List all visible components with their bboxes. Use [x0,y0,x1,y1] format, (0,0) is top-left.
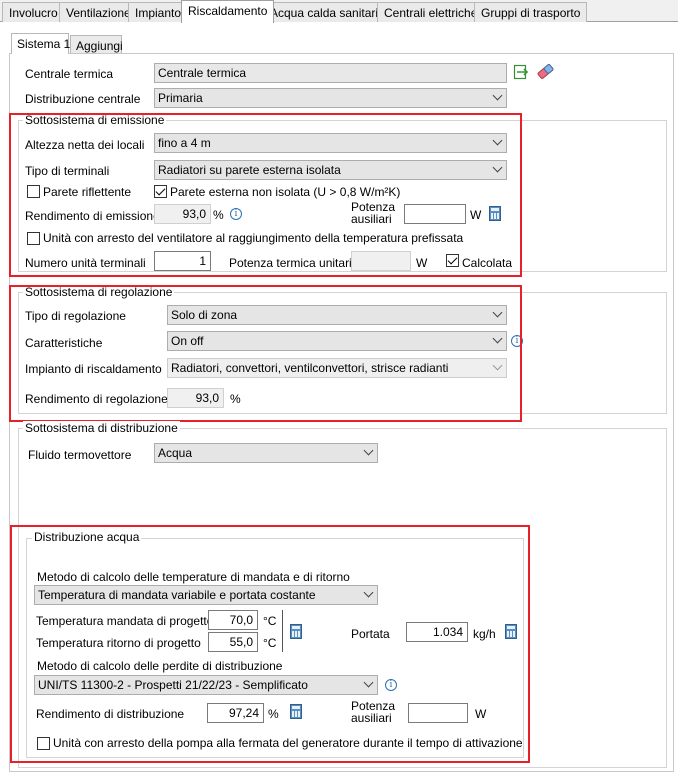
eraser-icon[interactable] [537,64,554,79]
tab-centrali-elettriche[interactable]: Centrali elettriche [377,2,485,22]
distribuzione-centrale-select[interactable]: Primaria [154,88,507,108]
tab-riscaldamento[interactable]: Riscaldamento [181,0,275,23]
distribuzione-title: Sottosistema di distribuzione [23,421,180,435]
export-icon[interactable] [513,63,529,80]
chevron-down-icon [363,445,374,456]
subtab-aggiungi[interactable]: Aggiungi [70,35,123,53]
tab-gruppi-di-trasporto[interactable]: Gruppi di trasporto [474,2,588,22]
fluido-select[interactable]: Acqua [154,443,378,463]
main-tab-bar: Involucro Ventilazione Impianto Riscalda… [0,0,678,23]
subtab-sistema-1[interactable]: Sistema 1 [11,33,70,54]
tab-involucro[interactable]: Involucro [2,2,65,22]
tab-ventilazione[interactable]: Ventilazione [59,2,138,22]
fluido-label: Fluido termovettore [28,448,132,462]
highlight-distribuzione-acqua [10,525,530,763]
tab-impianto[interactable]: Impianto [128,2,189,22]
centrale-label: Centrale termica [25,67,114,81]
highlight-regolazione [9,285,522,422]
distribuzione-centrale-label: Distribuzione centrale [25,92,141,106]
chevron-down-icon [492,90,503,101]
centrale-field: Centrale termica [154,63,507,83]
tab-acqua-calda-sanitaria[interactable]: Acqua calda sanitaria [263,2,392,22]
highlight-emissione [9,113,522,277]
